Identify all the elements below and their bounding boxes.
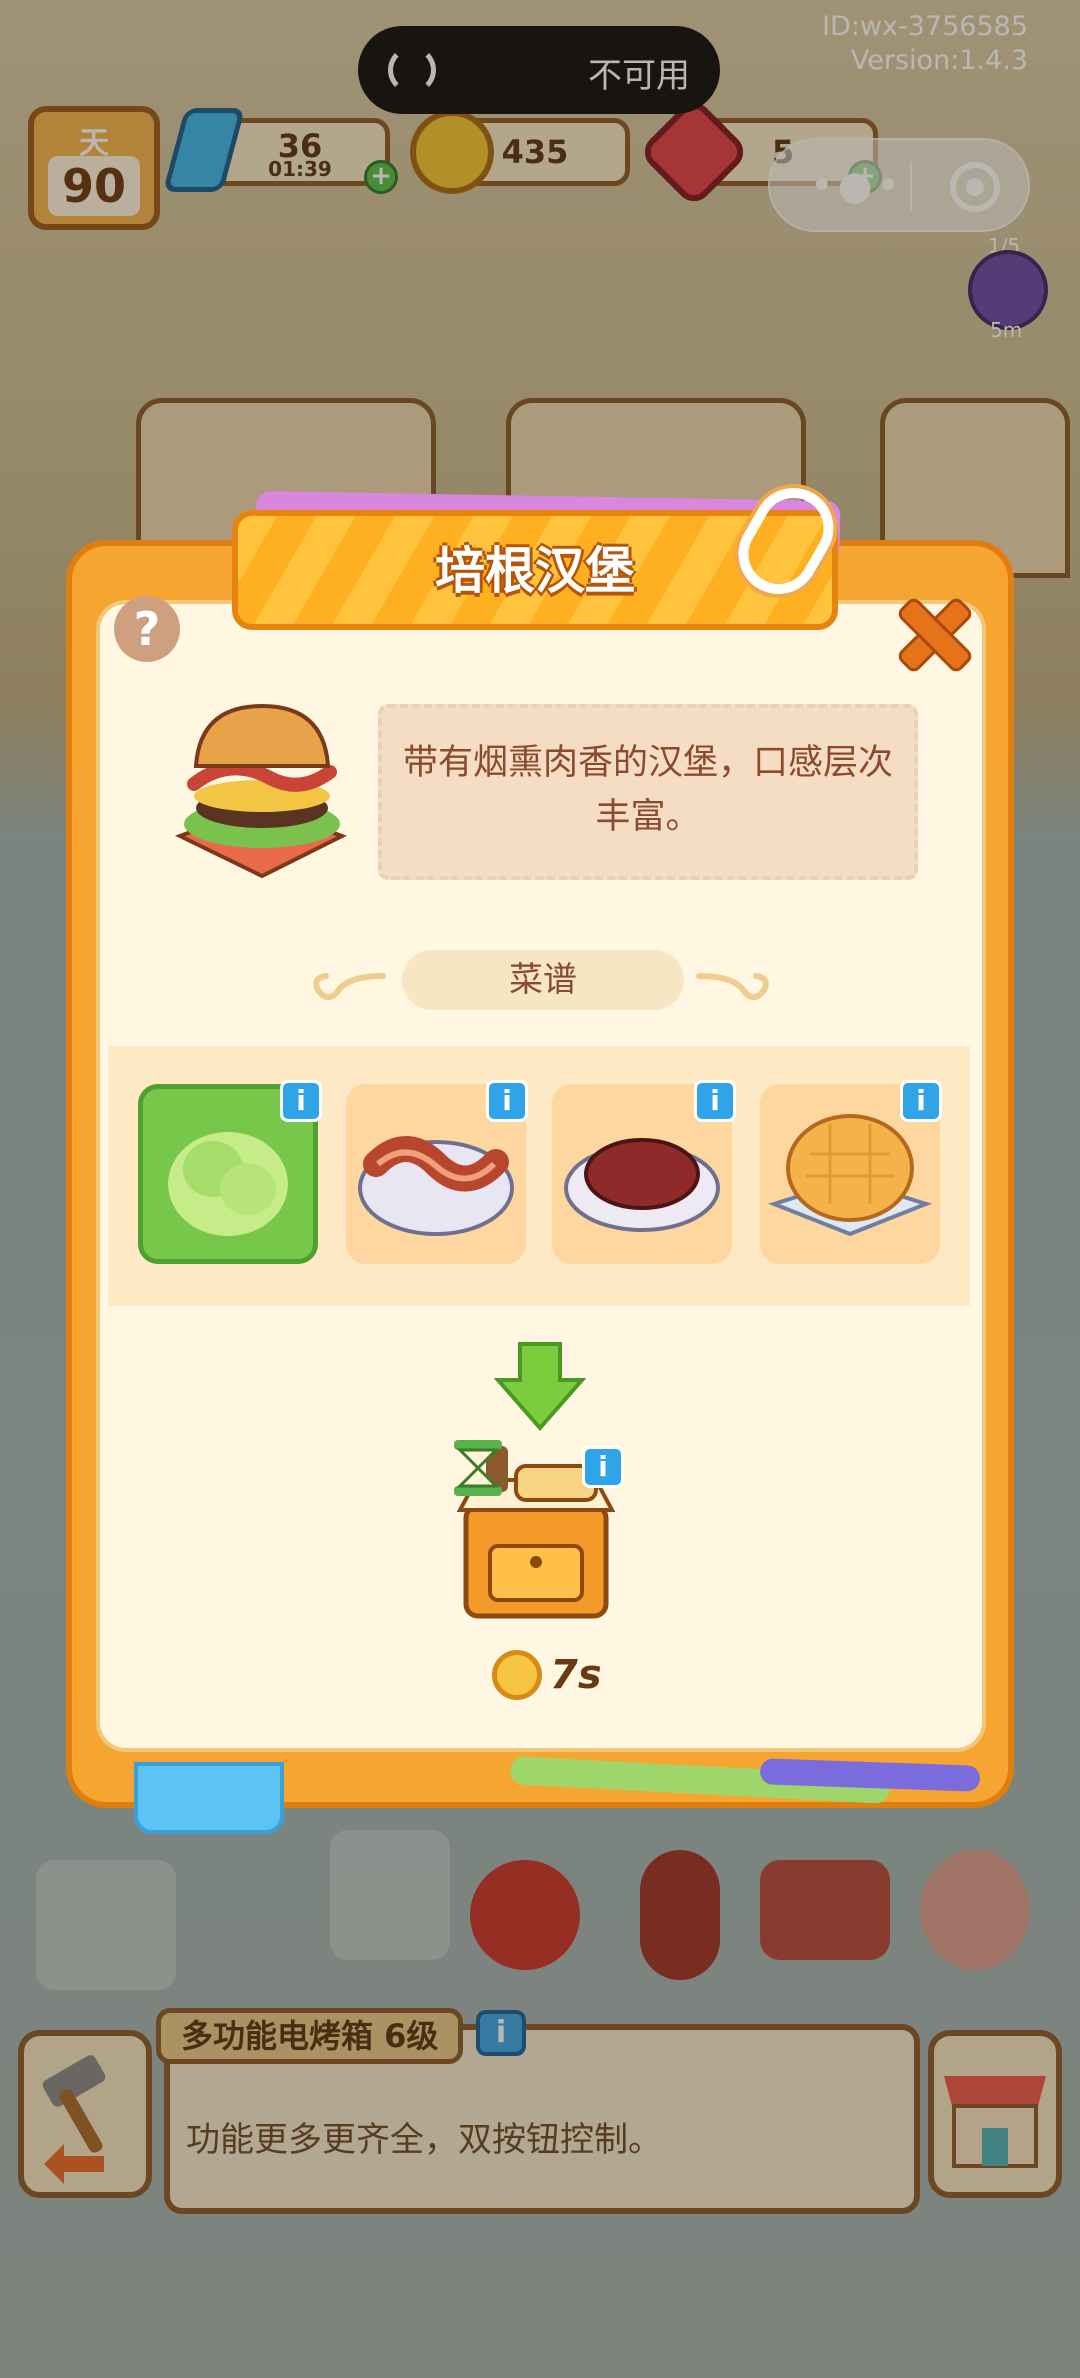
recipe-section-label: 菜谱 [402, 950, 684, 1010]
timer-icon [492, 1650, 542, 1700]
hourglass-icon [454, 1440, 502, 1496]
ingredient-info-badge[interactable]: i [694, 1080, 736, 1122]
bacon-burger-icon [174, 703, 348, 879]
popup-tab-blue [134, 1762, 284, 1834]
ingredient-info-badge[interactable]: i [900, 1080, 942, 1122]
close-button[interactable] [896, 596, 966, 666]
recipe-description: 带有烟熏肉香的汉堡，口感层次丰富。 [402, 743, 893, 837]
help-button[interactable]: ? [114, 596, 180, 662]
arrow-down-icon [494, 1342, 586, 1432]
cook-time: 7s [550, 1652, 602, 1698]
decor-swirl-left-icon [313, 973, 386, 1001]
decor-swirl-right-icon [696, 973, 769, 1001]
station-info-badge[interactable]: i [582, 1446, 624, 1488]
ingredient-info-badge[interactable]: i [280, 1080, 322, 1122]
ingredient-info-badge[interactable]: i [486, 1080, 528, 1122]
